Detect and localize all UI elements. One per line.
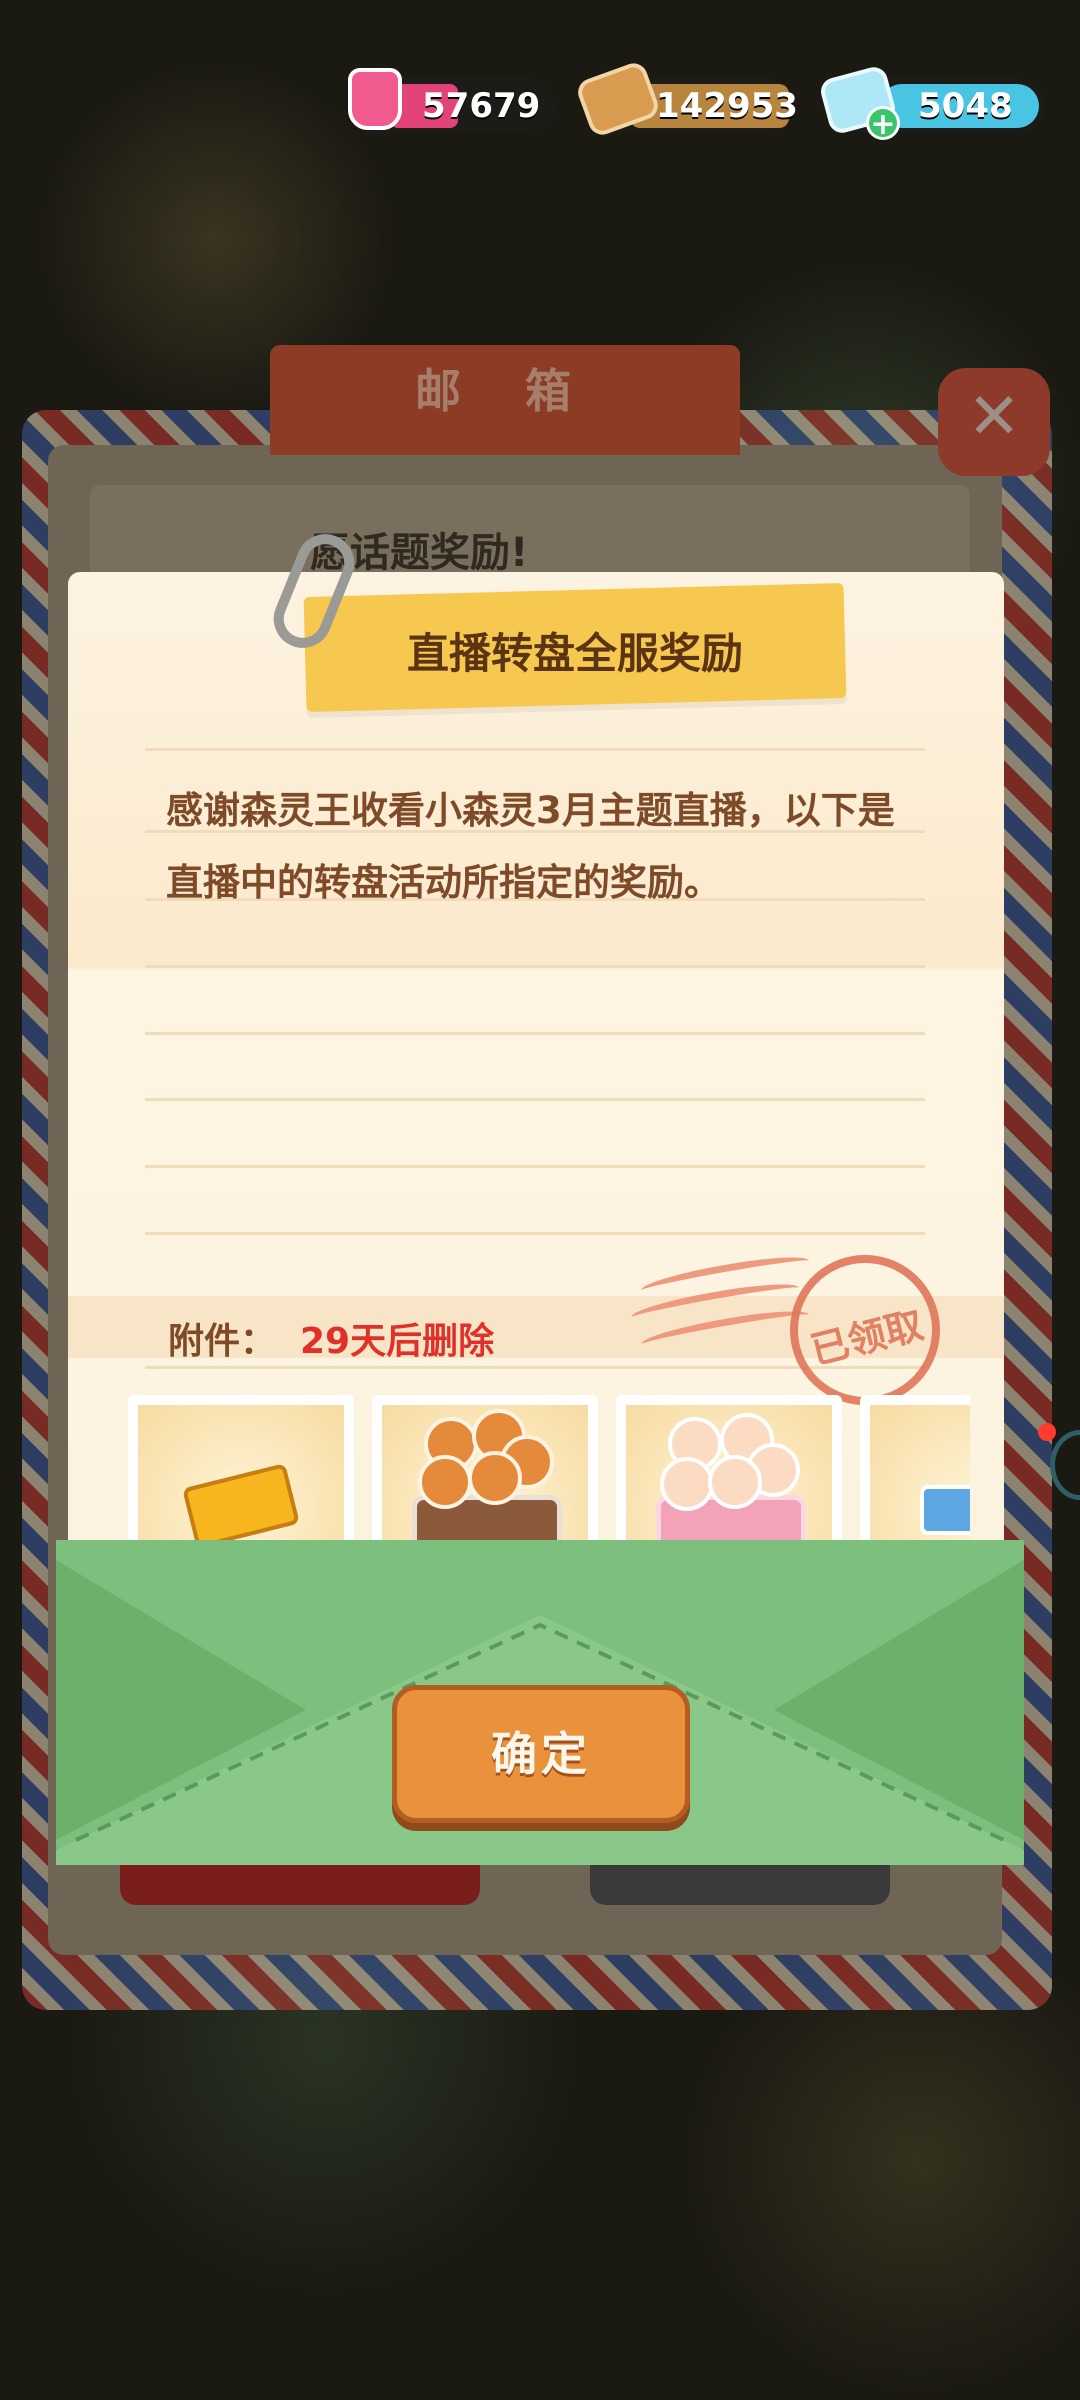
stamp-text: 已领取 [806,1302,928,1373]
confirm-button[interactable]: 确定 [392,1685,690,1823]
mailbox-title: 邮 箱 [414,364,595,418]
fox-icon [468,1451,522,1505]
ink-value: 57679 [422,86,541,126]
gem-value: 5048 [918,86,1013,126]
notification-dot [1038,1423,1056,1441]
attachment-label: 附件： [168,1321,277,1362]
puff-icon [660,1457,714,1511]
mail-heading: 直播转盘全服奖励 [406,629,743,678]
add-gems-icon[interactable]: + [866,106,900,141]
ink-jar-icon [348,68,402,130]
close-button[interactable]: ✕ [938,368,1050,476]
letter-line [145,1032,925,1035]
puff-icon [708,1455,762,1509]
gem-counter[interactable]: + 5048 [817,64,1045,141]
close-icon: ✕ [967,380,1021,454]
letter-line [145,1232,925,1235]
confirm-label: 确定 [491,1727,591,1781]
letter-line [145,1098,925,1101]
letter-line [145,1165,925,1168]
letter-line [145,965,925,968]
expire-text: 29天后删除 [300,1321,495,1362]
mail-body: 感谢森灵王收看小森灵3月主题直播，以下是直播中的转盘活动所指定的奖励。 [166,789,895,904]
fox-icon [418,1455,472,1509]
item-icon [920,1485,970,1535]
letter-line [145,748,925,751]
wood-value: 142953 [656,86,798,126]
wood-counter[interactable]: 142953 [574,59,798,139]
ink-counter[interactable]: 57679 [348,68,555,134]
